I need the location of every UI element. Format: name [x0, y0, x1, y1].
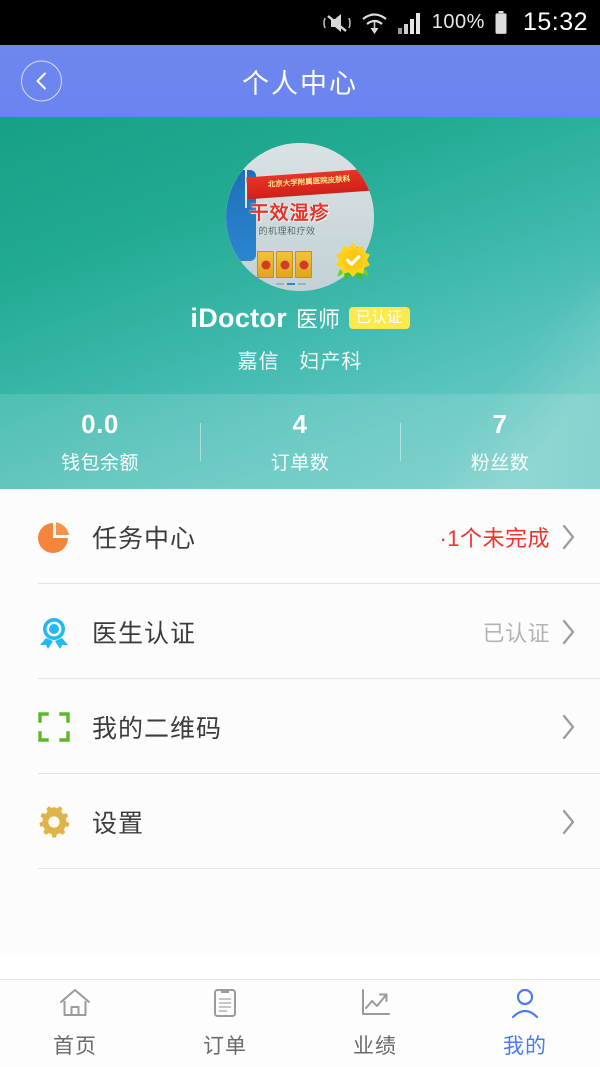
menu-item-doctor-certification[interactable]: 医生认证 已认证	[0, 584, 600, 679]
cellular-signal-icon	[397, 11, 423, 35]
menu-item-label: 我的二维码	[92, 714, 223, 743]
stat-label: 订单数	[270, 452, 330, 474]
stats-bar: 0.0 钱包余额 4 订单数 7 粉丝数	[0, 394, 600, 489]
poster-headline: 干效湿疹	[249, 202, 330, 224]
wifi-icon	[361, 10, 388, 36]
back-button[interactable]	[21, 60, 62, 102]
nav-item-label: 订单	[203, 1035, 247, 1058]
app-header: 个人中心	[0, 45, 600, 117]
stat-value: 4	[292, 408, 308, 439]
nav-item-label: 首页	[53, 1035, 97, 1058]
menu-item-label: 设置	[92, 809, 145, 838]
pie-chart-icon	[34, 517, 74, 557]
profile-name-line: iDoctor 医师 已认证	[0, 302, 600, 334]
chevron-right-icon	[560, 522, 578, 552]
page-title: 个人中心	[242, 68, 358, 99]
gear-icon	[34, 802, 74, 842]
nav-item-label: 我的	[503, 1035, 547, 1058]
profile-name: iDoctor	[190, 302, 288, 333]
nav-item-performance[interactable]: 业绩	[300, 980, 450, 1067]
nav-item-home[interactable]: 首页	[0, 980, 150, 1067]
menu-list: 任务中心 ·1个未完成 医生认证 已认证 我的二维码 设置	[0, 489, 600, 953]
menu-item-label: 任务中心	[92, 524, 197, 553]
verified-sunburst-icon	[330, 241, 376, 287]
vibrate-mute-icon	[322, 10, 352, 36]
stat-order-count[interactable]: 4 订单数	[200, 409, 400, 475]
stat-wallet-balance[interactable]: 0.0 钱包余额	[0, 409, 200, 475]
menu-item-my-qr-code[interactable]: 我的二维码	[0, 679, 600, 774]
stat-label: 粉丝数	[470, 452, 530, 474]
person-icon	[509, 987, 541, 1024]
menu-item-label: 医生认证	[92, 619, 197, 648]
nav-item-mine[interactable]: 我的	[450, 980, 600, 1067]
nav-item-label: 业绩	[353, 1035, 397, 1058]
battery-percent-label: 100%	[431, 11, 485, 33]
profile-department: 妇产科	[299, 351, 363, 373]
profile-affiliation: 嘉信 妇产科	[0, 345, 600, 374]
chevron-left-icon	[36, 72, 46, 90]
chevron-right-icon	[560, 807, 578, 837]
trend-chart-icon	[358, 987, 392, 1024]
avatar-wrapper[interactable]: 北京大学附属医院皮肤科 干效湿疹 的机理和疗效	[226, 143, 374, 291]
certified-badge: 已认证	[349, 307, 410, 329]
stat-fans-count[interactable]: 7 粉丝数	[400, 409, 600, 475]
menu-item-note: ·1个未完成	[439, 525, 550, 551]
poster-subline: 的机理和疗效	[258, 226, 316, 237]
award-medal-icon	[34, 612, 74, 652]
menu-item-note: 已认证	[482, 620, 550, 646]
profile-hospital: 嘉信	[237, 351, 280, 373]
menu-item-settings[interactable]: 设置	[0, 774, 600, 869]
qr-code-icon	[34, 707, 74, 747]
menu-item-task-center[interactable]: 任务中心 ·1个未完成	[0, 489, 600, 584]
stat-value: 7	[492, 408, 508, 439]
stat-label: 钱包余额	[60, 452, 139, 474]
list-bottom-space	[0, 869, 600, 953]
battery-icon	[494, 10, 508, 36]
status-bar: 100% 15:32	[0, 0, 600, 45]
status-bar-clock: 15:32	[522, 8, 588, 36]
nav-item-orders[interactable]: 订单	[150, 980, 300, 1067]
chevron-right-icon	[560, 712, 578, 742]
order-list-icon	[210, 987, 240, 1024]
chevron-right-icon	[560, 617, 578, 647]
bottom-navigation: 首页 订单 业绩 我的	[0, 979, 600, 1067]
profile-role: 医师	[296, 307, 341, 332]
profile-hero: 北京大学附属医院皮肤科 干效湿疹 的机理和疗效 iDoctor 医师 已认证 嘉…	[0, 117, 600, 489]
home-icon	[58, 987, 92, 1024]
stat-value: 0.0	[81, 408, 119, 439]
